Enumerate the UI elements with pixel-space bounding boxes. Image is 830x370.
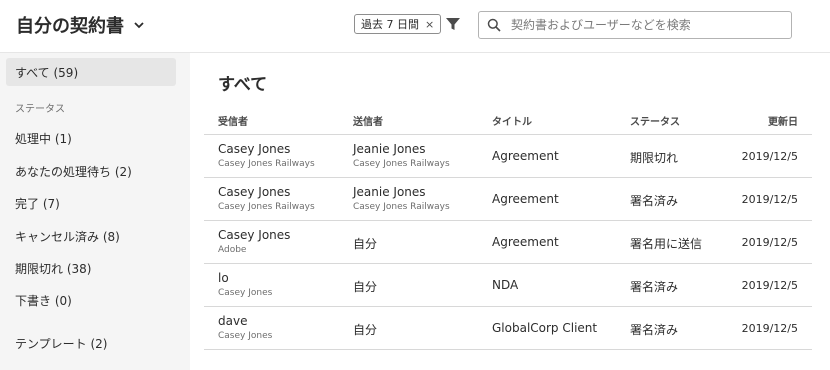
sender-cell: Jeanie Jones Casey Jones Railways <box>353 142 450 169</box>
close-icon[interactable]: × <box>425 18 434 31</box>
sidebar-item-drafts[interactable]: 下書き (0) <box>6 286 176 314</box>
recipient-org: Casey Jones Railways <box>218 202 315 212</box>
top-header: 自分の契約書 過去 7 日間 × <box>0 0 830 53</box>
sidebar-item-label: 完了 (7) <box>15 196 60 211</box>
sender-cell: 自分 <box>353 278 377 295</box>
column-header-title[interactable]: タイトル <box>492 113 532 128</box>
sender-cell: Jeanie Jones Casey Jones Railways <box>353 185 450 212</box>
recipient-cell: Casey Jones Adobe <box>218 228 290 255</box>
sender-name: 自分 <box>353 323 378 337</box>
sender-cell: 自分 <box>353 235 377 252</box>
sidebar-item-label: 期限切れ (38) <box>15 261 92 276</box>
sidebar-item-in-progress[interactable]: 処理中 (1) <box>6 124 176 152</box>
status-cell: 署名済み <box>630 194 679 208</box>
sidebar-item-label: すべて (59) <box>15 65 79 80</box>
page-heading: 自分の契約書 <box>16 16 124 37</box>
recipient-org: Adobe <box>218 245 247 255</box>
status-cell: 署名済み <box>630 323 679 337</box>
table-row[interactable]: Casey Jones Casey Jones Railways Jeanie … <box>204 135 812 178</box>
status-cell: 署名済み <box>630 280 679 294</box>
date-filter-chip[interactable]: 過去 7 日間 × <box>354 14 442 34</box>
recipient-name: dave <box>218 314 248 328</box>
updated-date-cell: 2019/12/5 <box>741 193 798 206</box>
recipient-name: lo <box>218 271 229 285</box>
page-title: すべて <box>218 75 268 95</box>
title-cell: GlobalCorp Client <box>492 321 598 335</box>
recipient-cell: Casey Jones Casey Jones Railways <box>218 185 315 212</box>
sender-name: 自分 <box>353 280 378 294</box>
sidebar-item-label: 下書き (0) <box>15 293 72 308</box>
sender-name: Jeanie Jones <box>353 185 426 199</box>
updated-date-cell: 2019/12/5 <box>741 150 798 163</box>
column-header-sender[interactable]: 送信者 <box>353 113 383 128</box>
search-input[interactable] <box>509 17 783 33</box>
agreements-table: 受信者 送信者 タイトル ステータス 更新日 Casey Jones Casey… <box>204 106 812 350</box>
recipient-name: Casey Jones <box>218 142 291 156</box>
sidebar-item-completed[interactable]: 完了 (7) <box>6 189 176 217</box>
sidebar-item-cancelled[interactable]: キャンセル済み (8) <box>6 222 176 250</box>
sidebar-item-expired[interactable]: 期限切れ (38) <box>6 254 176 282</box>
recipient-name: Casey Jones <box>218 228 291 242</box>
sidebar-item-label: あなたの処理待ち (2) <box>15 164 132 179</box>
recipient-cell: dave Casey Jones <box>218 314 272 341</box>
recipient-cell: Casey Jones Casey Jones Railways <box>218 142 315 169</box>
sidebar: すべて (59) ステータス 処理中 (1) あなたの処理待ち (2) 完了 (… <box>0 53 190 370</box>
sidebar-item-label: テンプレート (2) <box>15 336 108 351</box>
table-row[interactable]: dave Casey Jones 自分 GlobalCorp Client 署名… <box>204 307 812 350</box>
sender-name: 自分 <box>353 237 378 251</box>
recipient-name: Casey Jones <box>218 185 291 199</box>
title-cell: NDA <box>492 278 519 292</box>
column-header-recipient[interactable]: 受信者 <box>218 113 248 128</box>
table-row[interactable]: lo Casey Jones 自分 NDA 署名済み 2019/12/5 <box>204 264 812 307</box>
title-cell: Agreement <box>492 235 559 249</box>
agreements-dropdown[interactable]: 自分の契約書 <box>16 12 146 38</box>
recipient-org: Casey Jones Railways <box>218 159 315 169</box>
recipient-org: Casey Jones <box>218 288 273 298</box>
sender-cell: 自分 <box>353 321 377 338</box>
recipient-cell: lo Casey Jones <box>218 271 272 298</box>
updated-date-cell: 2019/12/5 <box>741 279 798 292</box>
table-header: 受信者 送信者 タイトル ステータス 更新日 <box>204 106 812 135</box>
search-icon <box>487 18 501 32</box>
sender-org: Casey Jones Railways <box>353 159 450 169</box>
sidebar-item-waiting-for-you[interactable]: あなたの処理待ち (2) <box>6 157 176 185</box>
sender-org: Casey Jones Railways <box>353 202 450 212</box>
search-box[interactable] <box>478 11 792 39</box>
status-cell: 期限切れ <box>630 151 679 165</box>
updated-date-cell: 2019/12/5 <box>741 322 798 335</box>
recipient-org: Casey Jones <box>218 331 273 341</box>
title-cell: Agreement <box>492 192 559 206</box>
sidebar-item-label: キャンセル済み (8) <box>15 229 120 244</box>
sidebar-item-templates[interactable]: テンプレート (2) <box>6 329 176 357</box>
column-header-updated[interactable]: 更新日 <box>768 113 798 128</box>
table-row[interactable]: Casey Jones Casey Jones Railways Jeanie … <box>204 178 812 221</box>
sidebar-item-all[interactable]: すべて (59) <box>6 58 176 86</box>
filter-chip-label: 過去 7 日間 <box>361 18 419 31</box>
table-row[interactable]: Casey Jones Adobe 自分 Agreement 署名用に送信 20… <box>204 221 812 264</box>
updated-date-cell: 2019/12/5 <box>741 236 798 249</box>
status-cell: 署名用に送信 <box>630 237 703 251</box>
sidebar-item-label: 処理中 (1) <box>15 131 72 146</box>
filter-icon[interactable] <box>445 16 461 32</box>
title-cell: Agreement <box>492 149 559 163</box>
column-header-status[interactable]: ステータス <box>630 113 680 128</box>
status-heading: ステータス <box>15 104 65 115</box>
sender-name: Jeanie Jones <box>353 142 426 156</box>
chevron-down-icon <box>134 22 144 29</box>
